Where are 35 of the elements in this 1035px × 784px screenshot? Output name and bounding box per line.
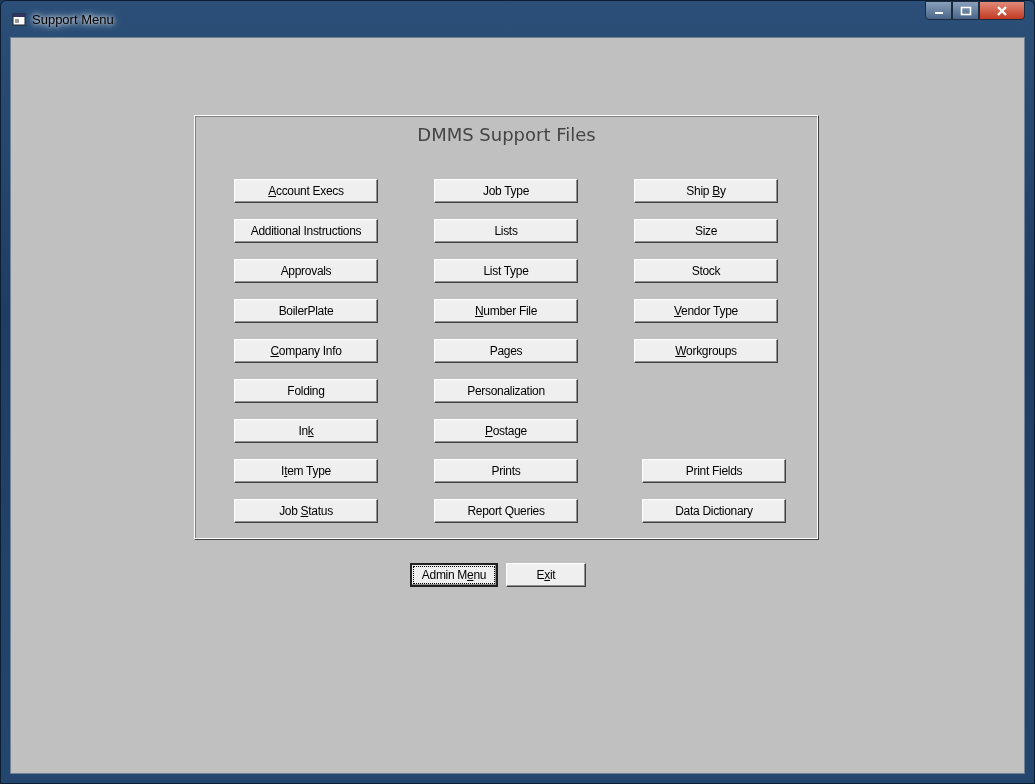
maximize-button[interactable]	[952, 1, 979, 20]
menu-button[interactable]: Number File	[434, 299, 578, 323]
menu-button[interactable]: Job Type	[434, 179, 578, 203]
admin-menu-button[interactable]: Admin Menu	[410, 563, 498, 587]
menu-button[interactable]: Folding	[234, 379, 378, 403]
minimize-button[interactable]	[925, 1, 952, 20]
panel-title: DMMS Support Files	[416, 124, 597, 147]
menu-button[interactable]: List Type	[434, 259, 578, 283]
exit-button[interactable]: Exit	[506, 563, 586, 587]
menu-button[interactable]: Vendor Type	[634, 299, 778, 323]
window-icon	[12, 12, 26, 26]
menu-button[interactable]: Job Status	[234, 499, 378, 523]
menu-button[interactable]: Workgroups	[634, 339, 778, 363]
menu-button[interactable]: Ink	[234, 419, 378, 443]
maximize-icon	[959, 5, 972, 16]
window-title: Support Menu	[32, 11, 114, 27]
menu-button[interactable]: Approvals	[234, 259, 378, 283]
menu-button[interactable]: Size	[634, 219, 778, 243]
menu-button[interactable]: Prints	[434, 459, 578, 483]
menu-button[interactable]: Report Queries	[434, 499, 578, 523]
menu-button[interactable]: Company Info	[234, 339, 378, 363]
menu-button[interactable]: Pages	[434, 339, 578, 363]
close-icon	[996, 5, 1008, 16]
menu-button[interactable]: Postage	[434, 419, 578, 443]
menu-button[interactable]: Print Fields	[642, 459, 786, 483]
menu-button[interactable]: Additional Instructions	[234, 219, 378, 243]
menu-button[interactable]: Ship By	[634, 179, 778, 203]
menu-button[interactable]: BoilerPlate	[234, 299, 378, 323]
menu-button[interactable]: Stock	[634, 259, 778, 283]
menu-button[interactable]: Lists	[434, 219, 578, 243]
menu-button[interactable]: Data Dictionary	[642, 499, 786, 523]
menu-button[interactable]: Item Type	[234, 459, 378, 483]
menu-button[interactable]: Personalization	[434, 379, 578, 403]
menu-button[interactable]: Account Execs	[234, 179, 378, 203]
close-button[interactable]	[979, 1, 1025, 20]
